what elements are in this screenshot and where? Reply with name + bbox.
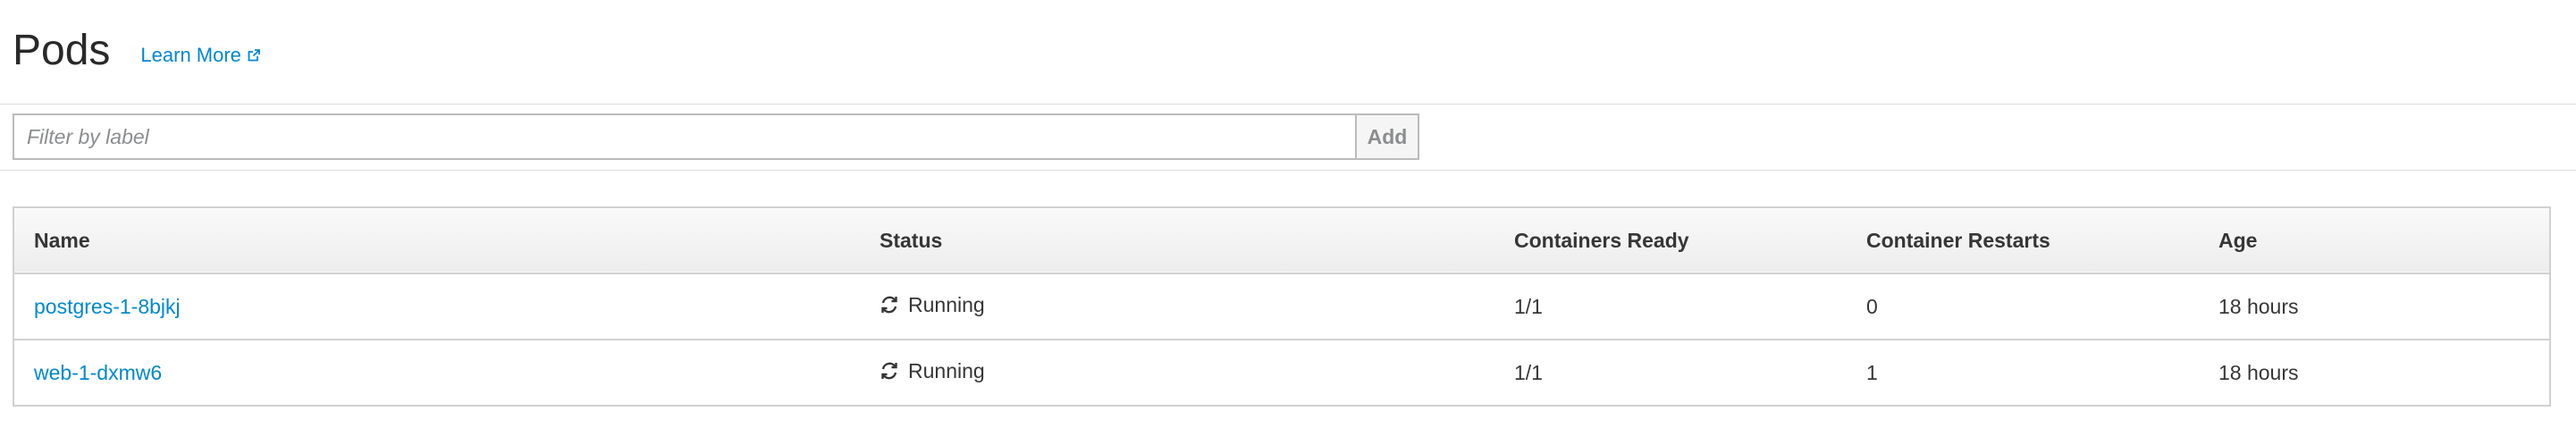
pod-name-cell: postgres-1-8bjkj [13,273,860,340]
column-header-container-restarts[interactable]: Container Restarts [1847,207,2199,273]
column-header-status[interactable]: Status [860,207,1494,273]
learn-more-label: Learn More [140,44,241,66]
pod-status-label: Running [908,358,985,382]
table-header-row: Name Status Containers Ready Container R… [13,207,2550,273]
column-header-containers-ready[interactable]: Containers Ready [1494,207,1847,273]
pod-status-cell: Running [860,273,1494,340]
containers-ready-cell: 1/1 [1514,294,1543,318]
external-link-icon [248,49,260,62]
container-restarts-cell: 1 [1866,360,1878,384]
pod-name-cell: web-1-dxmw6 [13,340,860,406]
refresh-icon [881,296,897,314]
pod-age-cell: 18 hours [2218,294,2299,318]
divider-bottom [0,170,2576,171]
table-row: web-1-dxmw6 Running 1/1 1 18 hours [13,340,2550,406]
page-header: Pods Learn More [13,20,261,82]
pod-status: Running [880,293,985,317]
pod-link[interactable]: web-1-dxmw6 [34,361,162,384]
divider-top [0,104,2576,105]
container-restarts-cell: 0 [1866,294,1878,318]
filter-by-label-input[interactable] [13,113,1355,160]
pod-status-label: Running [908,292,985,316]
pod-status-cell: Running [860,340,1494,406]
pod-link[interactable]: postgres-1-8bjkj [34,295,181,318]
column-header-name[interactable]: Name [13,207,860,273]
pod-status: Running [880,359,985,383]
pod-age-cell: 18 hours [2218,360,2299,384]
pods-table: Name Status Containers Ready Container R… [13,206,2551,407]
filter-bar: Add [13,113,1419,160]
table-row: postgres-1-8bjkj Running 1/1 0 18 hours [13,273,2550,340]
containers-ready-cell: 1/1 [1514,360,1543,384]
learn-more-link[interactable]: Learn More [140,44,261,67]
refresh-icon [881,362,897,380]
page-title: Pods [13,27,111,74]
add-filter-button[interactable]: Add [1355,113,1419,160]
column-header-age[interactable]: Age [2199,207,2550,273]
